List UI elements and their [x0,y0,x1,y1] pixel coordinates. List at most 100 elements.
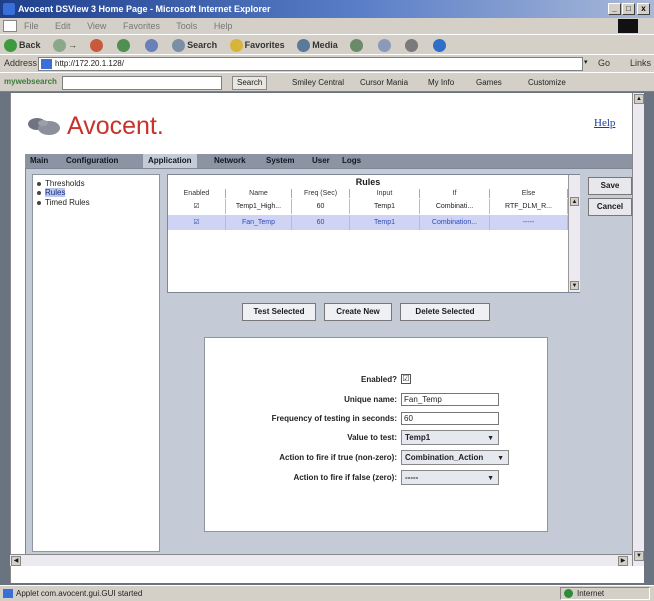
cell-enabled[interactable]: ☑ [168,215,226,230]
frequency-row: Frequency of testing in seconds: 60 [205,411,549,427]
column-header-name[interactable]: Name [226,189,292,198]
media-icon [297,39,311,53]
scroll-down-icon[interactable]: ▼ [570,281,579,290]
menu-tools[interactable]: Tools [176,21,197,31]
close-button[interactable]: x [637,3,650,15]
address-input[interactable]: http://172.20.1.128/ [38,57,583,71]
create-new-button[interactable]: Create New [324,303,392,321]
name-row: Unique name: Fan_Temp [205,392,549,408]
cell-if: Combination... [420,215,490,230]
tab-configuration[interactable]: Configuration [61,154,123,168]
tab-application[interactable]: Application [143,154,197,168]
scroll-down-icon[interactable]: ▼ [634,551,644,561]
bullet-icon [37,181,41,186]
bullet-icon [37,190,41,195]
column-header-enabled[interactable]: Enabled [168,189,226,198]
rules-scrollbar[interactable]: ▲ ▼ [568,175,580,292]
tree-item-rules[interactable]: Rules [37,188,66,197]
scroll-up-icon[interactable]: ▲ [634,94,644,104]
history-button[interactable] [350,39,365,53]
application-panel: Thresholds Rules Timed Rules Rules Enabl… [25,168,635,556]
cell-name: Fan_Temp [226,215,292,230]
tab-system[interactable]: System [261,154,299,168]
menu-favorites[interactable]: Favorites [123,21,160,31]
table-row[interactable]: ☑ Temp1_High... 60 Temp1 Combinati... RT… [168,199,568,214]
forward-button[interactable]: → [53,39,77,53]
chevron-down-icon: ▼ [487,475,494,482]
unique-name-input[interactable]: Fan_Temp [401,393,499,406]
go-button[interactable]: Go [598,58,610,68]
security-zone: Internet [560,587,650,600]
menu-edit[interactable]: Edit [55,21,71,31]
tab-logs[interactable]: Logs [337,154,366,168]
help-link[interactable]: Help [594,117,615,129]
tree-item-thresholds[interactable]: Thresholds [37,179,85,188]
tree-item-timed-rules[interactable]: Timed Rules [37,198,90,207]
value-to-test-select[interactable]: Temp1 ▼ [401,430,499,445]
menu-view[interactable]: View [87,21,106,31]
minimize-button[interactable]: _ [608,3,621,15]
column-header-else[interactable]: Else [490,189,568,198]
maximize-button[interactable]: □ [622,3,635,15]
scroll-left-icon[interactable]: ◀ [11,556,21,566]
main-tabs: Main Configuration Application Network S… [25,154,635,168]
table-row-selected[interactable]: ☑ Fan_Temp 60 Temp1 Combination... ----- [168,215,568,230]
page-horizontal-scrollbar[interactable]: ◀ ▶ [10,554,632,566]
tab-main[interactable]: Main [25,154,53,168]
tab-network[interactable]: Network [209,154,251,168]
search-go-button[interactable]: Search [232,76,268,90]
messenger-button[interactable] [432,39,448,53]
menu-file[interactable]: File [24,21,39,31]
forward-arrow-icon [53,39,67,53]
page-icon [41,59,52,69]
chevron-down-icon: ▼ [497,455,504,462]
print-button[interactable] [405,39,420,53]
enabled-checkbox[interactable]: ☑ [401,374,411,384]
rules-header-row: Enabled Name Freq (Sec) Input If Else [168,189,568,198]
refresh-button[interactable] [117,39,132,53]
home-button[interactable] [144,39,160,53]
favorites-button[interactable]: Favorites [229,39,285,53]
scroll-right-icon[interactable]: ▶ [618,556,628,566]
my-info-link[interactable]: My Info [428,78,454,87]
frequency-label: Frequency of testing in seconds: [271,414,397,423]
bullet-icon [37,200,41,205]
status-bar: Applet com.avocent.gui.GUI started Inter… [0,585,654,601]
media-button[interactable]: Media [297,39,338,53]
mail-button[interactable] [377,39,393,53]
mail-icon [377,39,391,53]
cancel-button[interactable]: Cancel [588,198,632,216]
value-to-test-label: Value to test: [347,433,397,442]
address-dropdown-icon[interactable]: ▾ [584,58,594,70]
chevron-down-icon: ▼ [487,435,494,442]
ie-icon [3,3,15,15]
column-header-freq[interactable]: Freq (Sec) [292,189,350,198]
address-label: Address [4,58,38,68]
cell-freq: 60 [292,199,350,214]
test-selected-button[interactable]: Test Selected [242,303,316,321]
cursor-mania-link[interactable]: Cursor Mania [360,78,408,87]
smiley-central-link[interactable]: Smiley Central [292,78,344,87]
column-header-if[interactable]: If [420,189,490,198]
true-action-select[interactable]: Combination_Action ▼ [401,450,509,465]
column-header-input[interactable]: Input [350,189,420,198]
cell-enabled[interactable]: ☑ [168,199,226,214]
search-input[interactable] [62,76,222,90]
menu-help[interactable]: Help [214,21,233,31]
address-url: http://172.20.1.128/ [55,59,124,68]
back-button[interactable]: Back [4,39,41,53]
links-button[interactable]: Links [630,58,651,68]
cell-freq: 60 [292,215,350,230]
save-button[interactable]: Save [588,177,632,195]
back-arrow-icon [4,39,17,53]
stop-button[interactable] [89,39,105,53]
false-action-select[interactable]: ----- ▼ [401,470,499,485]
tab-user[interactable]: User [307,154,335,168]
customize-link[interactable]: Customize [528,78,566,87]
frequency-input[interactable]: 60 [401,412,499,425]
games-link[interactable]: Games [476,78,502,87]
page-scrollbar[interactable]: ▲ ▼ [632,93,644,566]
search-button[interactable]: Search [172,39,217,53]
scroll-up-icon[interactable]: ▲ [570,197,579,206]
delete-selected-button[interactable]: Delete Selected [400,303,490,321]
